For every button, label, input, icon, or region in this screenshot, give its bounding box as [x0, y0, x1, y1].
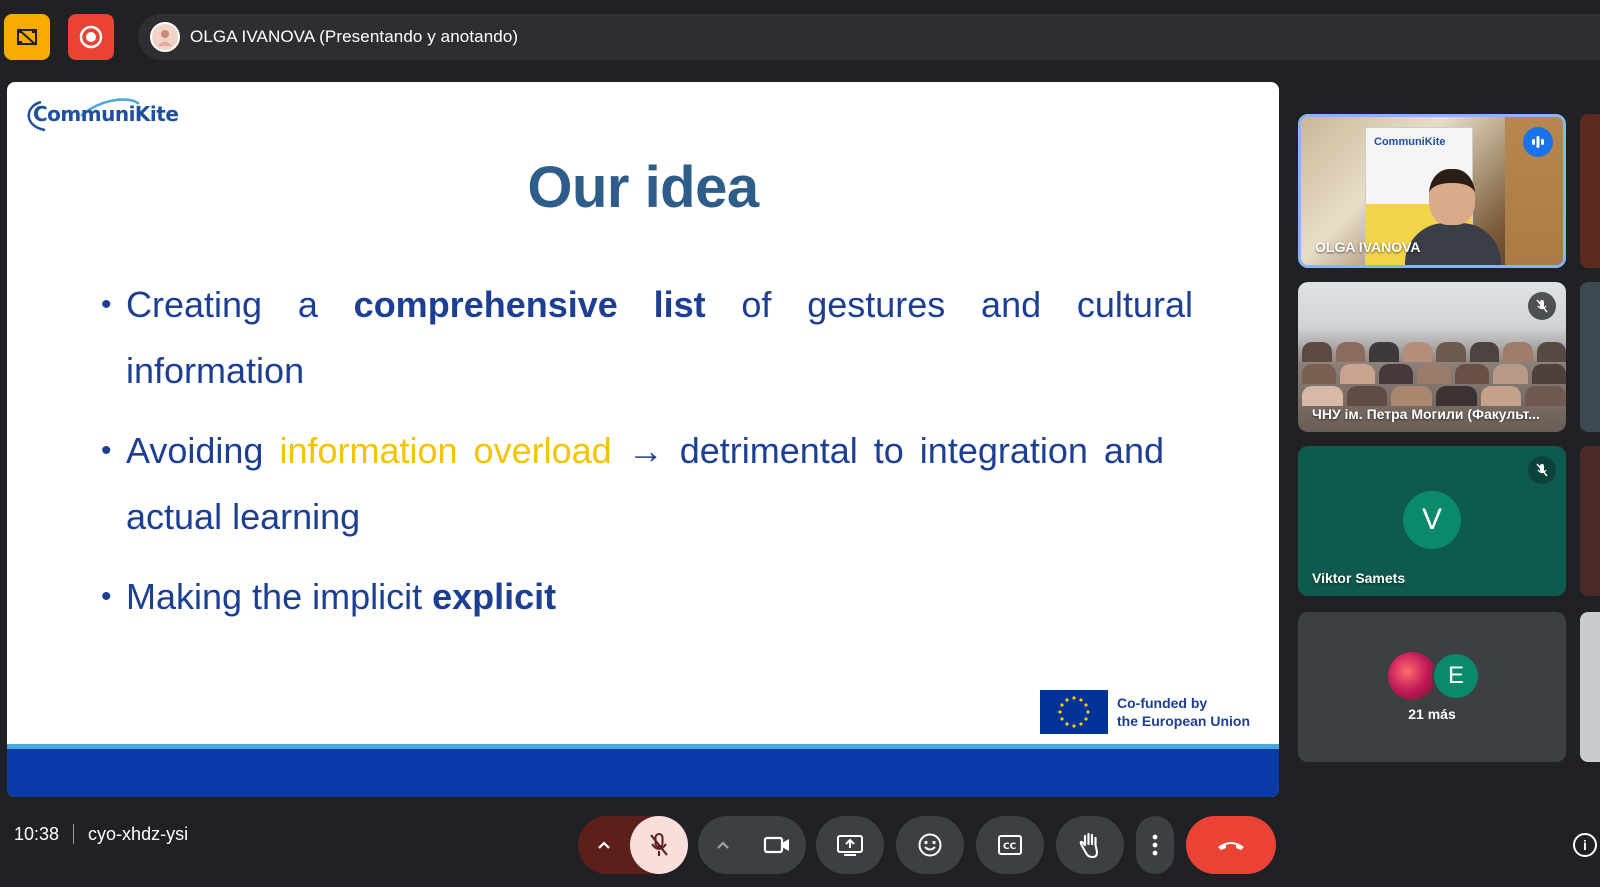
- audience-row: [1298, 364, 1566, 384]
- participant-tile-room[interactable]: ЧНУ ім. Петра Могили (Факульт...: [1298, 282, 1566, 432]
- partial-tile[interactable]: [1580, 446, 1600, 596]
- word: cultural: [1076, 284, 1193, 325]
- presenter-banner[interactable]: OLGA IVANOVA (Presentando y anotando): [138, 14, 1600, 60]
- bullet-3-prefix: Making the implicit: [126, 576, 423, 617]
- hang-up-control: [1186, 816, 1276, 874]
- record-icon[interactable]: [68, 14, 114, 60]
- raise-hand-button[interactable]: [1056, 816, 1124, 874]
- word-bold: list: [653, 284, 706, 325]
- meet-window: OLGA IVANOVA (Presentando y anotando) Co…: [0, 0, 1600, 887]
- slide-footer-band: [7, 749, 1279, 797]
- mic-off-button[interactable]: [630, 816, 688, 874]
- info-icon[interactable]: i: [1573, 833, 1597, 857]
- camera-control-group: [698, 816, 806, 874]
- eu-cofunded-badge: Co-funded by the European Union: [1040, 690, 1272, 734]
- bullet-dot: •: [101, 580, 112, 613]
- emoji-control: [896, 816, 964, 874]
- captions-control: CC: [976, 816, 1044, 874]
- word: and: [981, 284, 1042, 325]
- person-head: [1429, 169, 1475, 225]
- divider: [73, 824, 75, 844]
- mic-control-group: [578, 816, 688, 874]
- captions-button[interactable]: CC: [976, 816, 1044, 874]
- captions-icon: CC: [998, 835, 1022, 855]
- svg-text:CC: CC: [1003, 842, 1017, 852]
- camera-options-chevron-icon[interactable]: [698, 816, 748, 874]
- clock-time: 10:38: [14, 823, 60, 844]
- partial-tile[interactable]: [1580, 282, 1600, 432]
- partial-tile[interactable]: [1580, 114, 1600, 268]
- emoji-button[interactable]: [896, 816, 964, 874]
- bottom-toolbar: 10:38 cyo-xhdz-ysi CC i: [0, 800, 1600, 887]
- bullet-3-bold: explicit: [432, 576, 557, 617]
- participant-name: Viktor Samets: [1312, 570, 1406, 586]
- raise-hand-control: [1056, 816, 1124, 874]
- arrow-icon: →: [627, 430, 664, 471]
- emoji-icon: [918, 833, 942, 857]
- banner-logo-text: CommuniKite: [1374, 136, 1446, 148]
- present-icon: [837, 835, 863, 856]
- word: a: [297, 284, 318, 325]
- bullet-item: • Creating a comprehensive list of gestu…: [101, 272, 1193, 404]
- mic-off-icon: [650, 833, 668, 856]
- more-count: 21 más: [1408, 706, 1456, 722]
- speaking-indicator-icon: [1523, 127, 1553, 157]
- camera-icon: [763, 836, 789, 854]
- hang-up-button[interactable]: [1186, 816, 1276, 874]
- avatar: V: [1403, 491, 1461, 549]
- meeting-info: 10:38 cyo-xhdz-ysi: [14, 820, 188, 848]
- word: of: [741, 284, 772, 325]
- avatar: [1388, 652, 1436, 700]
- slide-title: Our idea: [527, 155, 759, 220]
- more-options-icon: [1152, 834, 1158, 856]
- camera-button[interactable]: [748, 816, 806, 874]
- bullet-item: • Avoiding information overload → detrim…: [101, 418, 1164, 550]
- eu-line-2: the European Union: [1117, 713, 1250, 729]
- audience-row: [1298, 386, 1566, 406]
- no-video-icon[interactable]: [4, 14, 50, 60]
- bullet-dot: •: [101, 434, 112, 467]
- more-options-control: [1136, 816, 1174, 874]
- presentation-slide: CommuniKite Our idea • Creating a compre…: [7, 82, 1279, 797]
- avatar-stack: E: [1388, 652, 1488, 702]
- bullet-1-line-1: Creating a comprehensive list of gesture…: [126, 272, 1193, 338]
- eu-line-1: Co-funded by: [1117, 695, 1208, 711]
- word: gestures: [807, 284, 946, 325]
- meeting-code[interactable]: cyo-xhdz-ysi: [88, 824, 188, 845]
- audience-row: [1298, 342, 1566, 362]
- present-control: [816, 816, 884, 874]
- mic-options-chevron-icon[interactable]: [578, 816, 630, 874]
- presenter-status: OLGA IVANOVA (Presentando y anotando): [190, 27, 519, 46]
- more-options-button[interactable]: [1136, 816, 1174, 874]
- mic-off-icon: [1528, 456, 1556, 484]
- participant-name: ЧНУ ім. Петра Могили (Факульт...: [1312, 406, 1540, 422]
- participant-tile-viktor[interactable]: V Viktor Samets: [1298, 446, 1566, 596]
- word: Creating: [126, 284, 263, 325]
- communikite-logo: CommuniKite: [21, 94, 181, 134]
- partial-tile[interactable]: [1580, 612, 1600, 762]
- bullet-item: • Making the implicit explicit: [101, 564, 1193, 630]
- bullet-2-prefix: Avoiding: [126, 430, 264, 471]
- raise-hand-icon: [1079, 832, 1099, 858]
- mic-off-icon: [1528, 292, 1556, 320]
- participant-name: OLGA IVANOVA: [1315, 239, 1421, 255]
- eu-text: Co-funded by the European Union: [1117, 694, 1250, 730]
- highlighted-phrase: information overload: [279, 430, 612, 471]
- bullet-list: • Creating a comprehensive list of gestu…: [101, 272, 1193, 644]
- top-bar: OLGA IVANOVA (Presentando y anotando): [0, 0, 1600, 80]
- eu-flag-icon: [1040, 690, 1108, 734]
- more-participants-tile[interactable]: E 21 más: [1298, 612, 1566, 762]
- hang-up-icon: [1218, 842, 1244, 850]
- presenter-avatar: [150, 22, 180, 52]
- word-bold: comprehensive: [353, 284, 618, 325]
- present-button[interactable]: [816, 816, 884, 874]
- bullet-dot: •: [101, 288, 112, 321]
- bullet-1-line-2: information: [126, 350, 305, 391]
- participant-tile-speaker[interactable]: CommuniKite OLGA IVANOVA: [1298, 114, 1566, 268]
- avatar: E: [1432, 652, 1480, 700]
